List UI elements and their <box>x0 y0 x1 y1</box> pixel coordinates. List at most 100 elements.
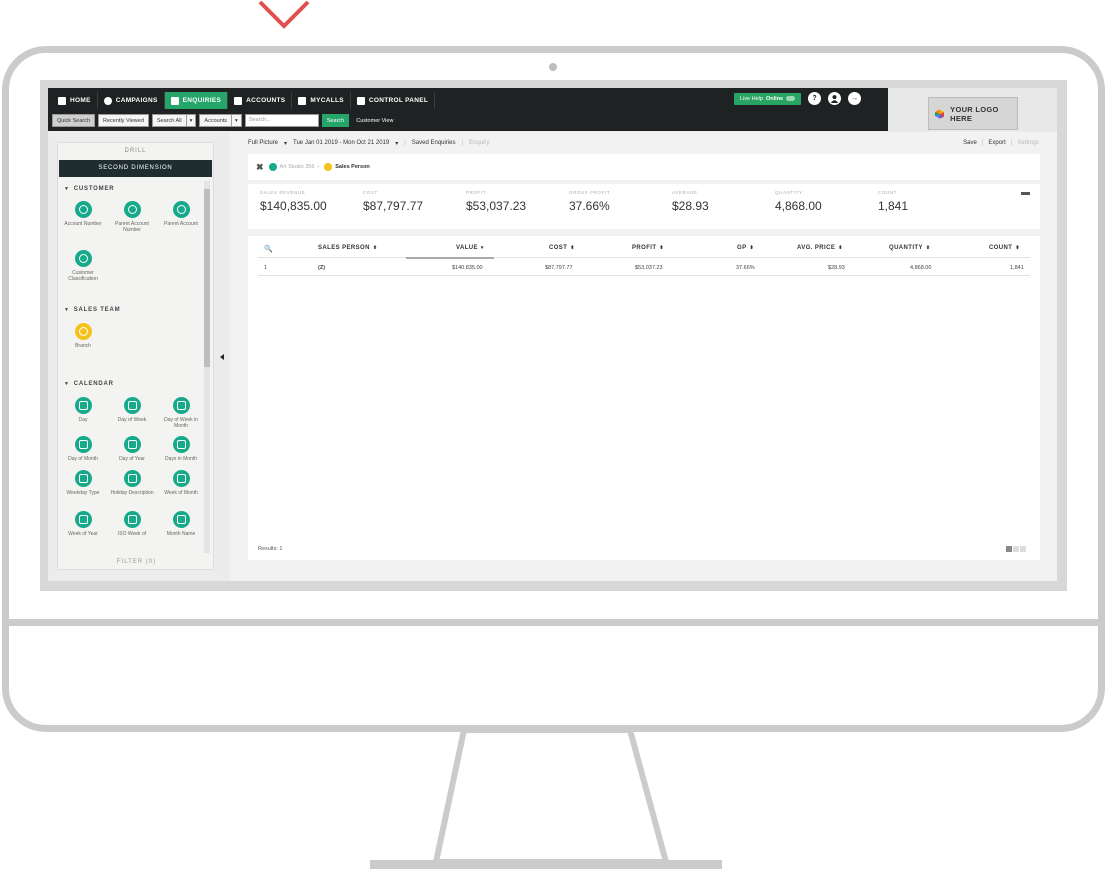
kpi-value: $140,835.00 <box>260 199 327 213</box>
nav-accounts[interactable]: ACCOUNTS <box>228 92 293 109</box>
grid-view-icon[interactable] <box>1013 546 1019 552</box>
chevron-down-icon[interactable]: ▾ <box>232 114 242 127</box>
column-header-gp[interactable]: GP ⬍ <box>737 245 754 251</box>
cell-sales-person[interactable]: (Z) <box>318 265 325 271</box>
sidebar-scrollbar[interactable] <box>204 181 210 553</box>
kpi-count: COUNT 1,841 <box>878 190 908 213</box>
quick-search-button[interactable]: Quick Search <box>52 114 96 127</box>
search-button[interactable]: Search <box>321 114 350 127</box>
full-picture-select[interactable]: Full Picture <box>248 140 278 146</box>
live-help-button[interactable]: Live Help Online <box>734 92 802 105</box>
calendar-icon <box>123 511 141 528</box>
breadcrumb: ✖ Art Studio 356 › Sales Person <box>248 154 1040 180</box>
column-header-value[interactable]: VALUE ▾ <box>456 245 484 251</box>
settings-button[interactable]: Settings <box>1017 140 1039 146</box>
search-all-button[interactable]: Search All <box>151 114 187 127</box>
calendar-icon <box>123 470 141 487</box>
logo-area: YOUR LOGO HERE <box>888 88 1057 131</box>
monitor-stand <box>370 730 722 869</box>
chevron-down-icon[interactable]: ▾ <box>284 140 287 147</box>
list-view-icon[interactable] <box>1006 546 1012 552</box>
accounts-button[interactable]: Accounts <box>199 114 233 127</box>
chevron-down-icon[interactable]: ▾ <box>395 140 398 147</box>
filter-tab[interactable]: FILTER (0) <box>58 559 215 565</box>
saved-enquiries-link[interactable]: Saved Enquiries <box>412 140 456 146</box>
dimension-item[interactable]: Weekday Type <box>60 470 106 496</box>
dimension-item[interactable]: Month Name <box>158 511 204 537</box>
person-icon <box>74 201 92 218</box>
minimize-icon[interactable] <box>1021 192 1030 195</box>
dimension-item[interactable]: Parent Account <box>158 201 204 227</box>
dimension-item[interactable]: Day of Month <box>60 436 106 462</box>
caret-down-icon: ▼ <box>64 307 70 313</box>
campaigns-icon <box>103 96 112 105</box>
view-toggle[interactable] <box>1006 546 1026 552</box>
sort-desc-icon: ▾ <box>480 245 484 251</box>
close-icon[interactable]: ✖ <box>256 162 264 173</box>
nav-control-panel[interactable]: CONTROL PANEL <box>351 92 436 109</box>
column-header-count[interactable]: COUNT ⬍ <box>989 245 1020 251</box>
dimension-item[interactable]: Branch <box>60 323 106 349</box>
dimension-item[interactable]: ISO Week of <box>109 511 155 537</box>
bank-icon <box>234 96 243 105</box>
search-bar: Quick Search Recently Viewed Search All … <box>52 113 397 128</box>
column-header-sales-person[interactable]: SALES PERSON ⬍ <box>318 245 377 251</box>
dimension-item[interactable]: Day <box>60 397 106 423</box>
customer-view-link[interactable]: Customer View <box>352 118 397 124</box>
nav-home[interactable]: HOME <box>52 92 98 109</box>
dimension-label: Holiday Description <box>110 490 154 496</box>
sort-icon: ⬍ <box>570 245 575 251</box>
dimension-item[interactable]: Account Number <box>60 201 106 227</box>
column-header-cost[interactable]: COST ⬍ <box>549 245 575 251</box>
section-customer[interactable]: ▼ CUSTOMER <box>64 186 114 192</box>
dimension-item[interactable]: Week of Year <box>60 511 106 537</box>
drill-tab[interactable]: DRILL <box>58 143 213 160</box>
dimension-label: Day of Week <box>117 417 147 423</box>
kpi-label: COUNT <box>878 190 897 195</box>
logout-button[interactable]: → <box>848 92 862 105</box>
breadcrumb-parent[interactable]: Art Studio 356 › <box>268 163 319 171</box>
save-button[interactable]: Save <box>963 140 977 146</box>
recently-viewed-button[interactable]: Recently Viewed <box>98 114 149 127</box>
column-header-quantity[interactable]: QUANTITY ⬍ <box>889 245 930 251</box>
dimension-item[interactable]: Days in Month <box>158 436 204 462</box>
section-calendar[interactable]: ▼ CALENDAR <box>64 381 114 387</box>
column-header-avg-price[interactable]: AVG. PRICE ⬍ <box>797 245 843 251</box>
separator: | <box>461 140 464 146</box>
calls-icon <box>298 96 307 105</box>
export-button[interactable]: Export <box>988 140 1005 146</box>
scrollbar-thumb[interactable] <box>204 189 210 367</box>
help-button[interactable]: ? <box>808 92 822 105</box>
enquiry-link[interactable]: Enquiry <box>469 140 489 146</box>
nav-campaigns[interactable]: CAMPAIGNS <box>98 92 165 109</box>
dimension-item[interactable]: Day of Week <box>109 397 155 423</box>
webcam-dot <box>549 63 557 71</box>
user-icon[interactable] <box>828 92 842 105</box>
search-input[interactable]: Search... <box>244 114 319 127</box>
account-icon <box>268 163 277 171</box>
date-range-select[interactable]: Tue Jan 01 2019 - Mon Oct 21 2019 <box>293 140 389 146</box>
table-row[interactable]: 1 (Z) $140,835.00 $87,797.77 $53,037.23 … <box>258 260 1030 276</box>
nav-mycalls[interactable]: MYCALLS <box>292 92 351 109</box>
collapse-sidebar-icon[interactable] <box>220 354 224 360</box>
dimension-item[interactable]: Day of Week in Month <box>158 397 204 429</box>
section-sales-team[interactable]: ▼ SALES TEAM <box>64 307 120 313</box>
nav-label: CONTROL PANEL <box>368 97 429 104</box>
search-icon[interactable]: 🔍 <box>264 245 273 253</box>
tile-view-icon[interactable] <box>1020 546 1026 552</box>
kpi-summary: SALES REVENUE $140,835.00 COST $87,797.77 … <box>248 184 1040 229</box>
column-header-profit[interactable]: PROFIT ⬍ <box>632 245 664 251</box>
dimension-item[interactable]: Holiday Description <box>109 470 155 496</box>
breadcrumb-current: Sales Person <box>324 163 370 171</box>
dimension-item[interactable]: Customer Classification <box>60 250 106 282</box>
dimension-item[interactable]: Parent Account Number <box>109 201 155 233</box>
second-dimension-tab[interactable]: SECOND DIMENSION <box>59 160 212 177</box>
logo-mark-icon <box>935 108 945 119</box>
chevron-down-icon[interactable]: ▾ <box>186 114 197 127</box>
icon-ring <box>127 474 137 483</box>
dimension-item[interactable]: Day of Year <box>109 436 155 462</box>
nav-enquiries[interactable]: ENQUIRIES <box>164 92 229 109</box>
toggle-icon <box>786 96 796 101</box>
header-tools: Live Help Online ? → <box>734 92 862 105</box>
dimension-item[interactable]: Week of Month <box>158 470 204 496</box>
